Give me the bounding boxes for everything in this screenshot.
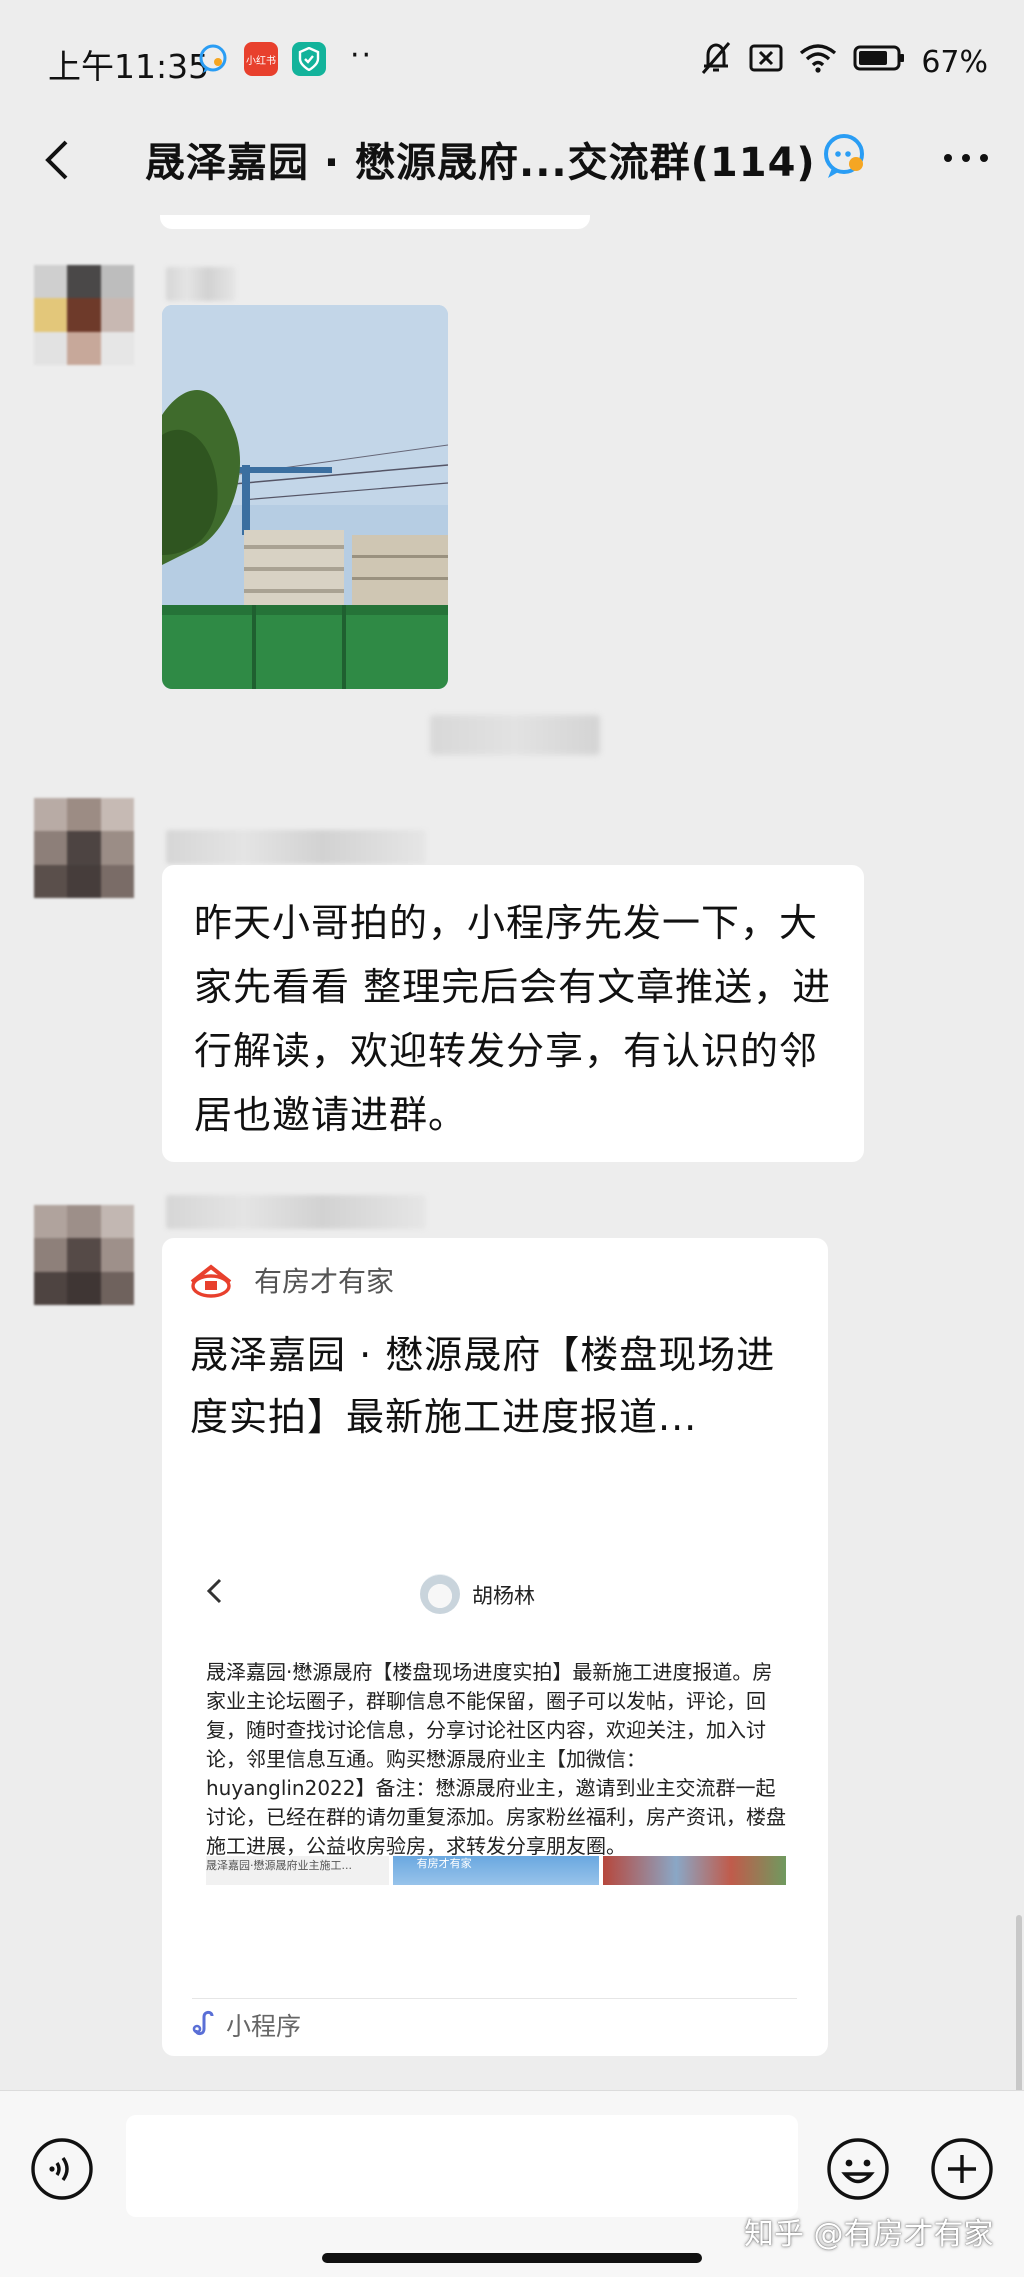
message-timestamp [430, 715, 600, 755]
xiaohongshu-icon: 小红书 [244, 42, 278, 76]
status-bar: 上午11:35 小红书 ·· 67% [0, 0, 1024, 120]
wifi-icon [799, 43, 837, 81]
preview-back-icon [204, 1576, 226, 1614]
shield-icon [292, 42, 326, 76]
preview-thumbnails: 晟泽嘉园·懋源晟府业主施工... 有房才有家 [206, 1856, 787, 1885]
shared-photo[interactable] [162, 305, 448, 689]
home-indicator[interactable] [322, 2253, 702, 2263]
mini-program-card[interactable]: 有房才有家 晟泽嘉园 · 懋源晟府【楼盘现场进度实拍】最新施工进度报道... 胡… [162, 1238, 828, 2056]
avatar[interactable] [34, 798, 134, 898]
preview-thumbnail [603, 1856, 787, 1885]
sender-name [166, 267, 236, 301]
avatar[interactable] [34, 1205, 134, 1305]
chat-bubble-icon [196, 42, 230, 76]
battery-icon [853, 44, 905, 80]
status-right: 67% [699, 40, 988, 84]
sender-name [166, 1195, 426, 1229]
previous-message-bubble [160, 215, 590, 229]
more-options-icon[interactable] [936, 138, 996, 178]
voice-input-icon[interactable] [30, 2137, 94, 2201]
preview-thumbnail: 有房才有家 [392, 1856, 600, 1885]
chat-header: 晟泽嘉园 · 懋源晟府...交流群(114) [0, 110, 1024, 215]
mini-program-label: 小程序 [226, 2012, 302, 2041]
status-time: 上午11:35 [48, 47, 210, 86]
preview-thumbnail: 晟泽嘉园·懋源晟府业主施工... [206, 1856, 389, 1885]
battery-level: 67% [921, 44, 988, 80]
preview-body-text: 晟泽嘉园·懋源晟府【楼盘现场进度实拍】最新施工进度报道。房家业主论坛圈子，群聊信… [206, 1660, 786, 1858]
notification-overflow: ·· [350, 38, 374, 73]
avatar[interactable] [34, 265, 134, 365]
chat-title[interactable]: 晟泽嘉园 · 懋源晟府...交流群(114) [145, 130, 816, 188]
sender-name [166, 830, 426, 864]
message-input[interactable] [126, 2115, 798, 2217]
input-bar: 知乎 @有房才有家 [0, 2090, 1024, 2277]
watermark: 知乎 @有房才有家 [744, 2217, 994, 2252]
group-chat-icon[interactable] [818, 128, 874, 184]
back-icon[interactable] [30, 130, 90, 190]
card-title: 晟泽嘉园 · 懋源晟府【楼盘现场进度实拍】最新施工进度报道... [190, 1333, 776, 1439]
card-divider [192, 1998, 797, 1999]
plus-icon[interactable] [930, 2137, 994, 2201]
mute-icon [699, 40, 733, 84]
scrollbar[interactable] [1016, 1915, 1022, 2090]
mini-program-icon [192, 2010, 216, 2036]
card-source: 有房才有家 [254, 1265, 395, 1298]
preview-author-avatar [420, 1574, 460, 1614]
chat-message-list[interactable]: 昨天小哥拍的，小程序先发一下，大家先看看 整理完后会有文章推送，进行解读，欢迎转… [0, 215, 1024, 2090]
preview-author-name: 胡杨林 [472, 1584, 535, 1608]
emoji-icon[interactable] [826, 2137, 890, 2201]
text-message-bubble[interactable]: 昨天小哥拍的，小程序先发一下，大家先看看 整理完后会有文章推送，进行解读，欢迎转… [162, 865, 864, 1162]
no-sim-icon [749, 43, 783, 81]
card-preview: 胡杨林 晟泽嘉园·懋源晟府【楼盘现场进度实拍】最新施工进度报道。房家业主论坛圈子… [192, 1528, 797, 1885]
house-logo-icon [188, 1264, 234, 1298]
